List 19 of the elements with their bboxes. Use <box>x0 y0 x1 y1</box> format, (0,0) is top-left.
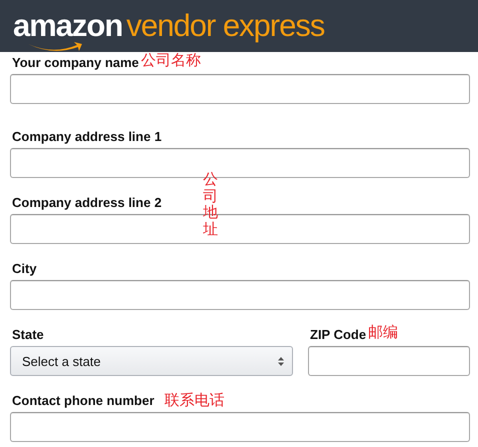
input-field[interactable] <box>10 412 470 442</box>
logo-brand: amazon <box>13 13 122 39</box>
input-field[interactable] <box>10 280 470 310</box>
field-label: State <box>12 327 44 342</box>
field-label: City <box>12 261 37 276</box>
field-label: ZIP Code <box>310 327 366 342</box>
annotation-note: 公司地址 <box>203 172 218 238</box>
annotation-note: 联系电话 <box>164 391 224 410</box>
input-field[interactable] <box>308 346 470 376</box>
field-label: Your company name <box>12 55 139 70</box>
field-label: Company address line 2 <box>12 195 162 210</box>
input-field[interactable] <box>10 74 470 104</box>
annotation-note: 公司名称 <box>140 51 201 70</box>
field-label: Company address line 1 <box>12 129 162 144</box>
annotation-note: 邮编 <box>368 323 398 342</box>
field-label: Contact phone number <box>12 393 154 408</box>
logo-product: vendor express <box>126 8 324 44</box>
up-down-caret-icon <box>278 356 284 366</box>
state-select[interactable]: Select a state <box>10 346 293 376</box>
